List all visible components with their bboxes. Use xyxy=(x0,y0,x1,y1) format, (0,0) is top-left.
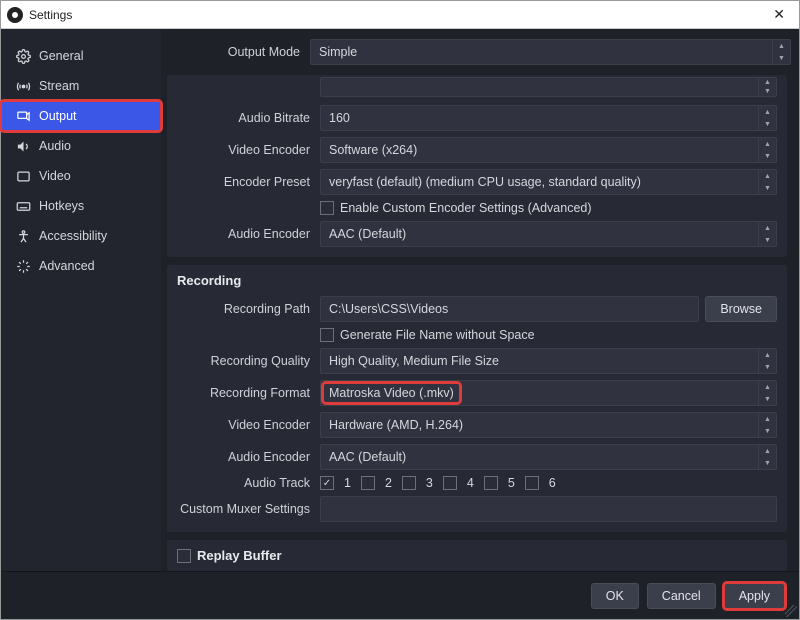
gen-no-space-checkbox[interactable] xyxy=(320,328,334,342)
output-mode-label: Output Mode xyxy=(167,45,302,59)
ok-button[interactable]: OK xyxy=(591,583,639,609)
app-icon xyxy=(7,7,23,23)
recording-quality-select[interactable]: High Quality, Medium File Size▲▼ xyxy=(320,348,777,374)
custom-encoder-checkbox[interactable] xyxy=(320,201,334,215)
muxer-input[interactable] xyxy=(320,496,777,522)
rec-audio-encoder-select[interactable]: AAC (Default)▲▼ xyxy=(320,444,777,470)
rec-audio-encoder-label: Audio Encoder xyxy=(177,450,312,464)
encoder-preset-label: Encoder Preset xyxy=(177,175,312,189)
sidebar-item-label: Hotkeys xyxy=(39,199,84,213)
recording-format-label: Recording Format xyxy=(177,386,312,400)
rec-video-encoder-select[interactable]: Hardware (AMD, H.264)▲▼ xyxy=(320,412,777,438)
video-icon xyxy=(15,168,31,184)
truncated-select[interactable]: ▲▼ xyxy=(320,77,777,97)
recording-panel: Recording Recording Path C:\Users\CSS\Vi… xyxy=(167,265,787,532)
audio-track-6-checkbox[interactable] xyxy=(525,476,539,490)
close-icon[interactable]: ✕ xyxy=(765,6,793,23)
spinner-icon: ▲▼ xyxy=(772,40,790,64)
replay-buffer-checkbox[interactable] xyxy=(177,549,191,563)
replay-buffer-panel: Replay Buffer xyxy=(167,540,787,571)
cancel-button[interactable]: Cancel xyxy=(647,583,716,609)
footer: OK Cancel Apply xyxy=(1,571,799,619)
sidebar-item-advanced[interactable]: Advanced xyxy=(1,251,161,281)
sidebar-item-stream[interactable]: Stream xyxy=(1,71,161,101)
recording-format-select[interactable]: Matroska Video (.mkv) ▲▼ xyxy=(320,380,777,406)
sidebar-item-label: Output xyxy=(39,109,77,123)
recording-path-input[interactable]: C:\Users\CSS\Videos xyxy=(320,296,699,322)
audio-icon xyxy=(15,138,31,154)
keyboard-icon xyxy=(15,198,31,214)
sidebar-item-label: Stream xyxy=(39,79,79,93)
sidebar: General Stream Output Audio Video Hotkey… xyxy=(1,29,161,571)
sidebar-item-output[interactable]: Output xyxy=(1,101,161,131)
sidebar-item-general[interactable]: General xyxy=(1,41,161,71)
sidebar-item-label: Advanced xyxy=(39,259,95,273)
audio-track-3-checkbox[interactable] xyxy=(402,476,416,490)
output-mode-select[interactable]: Simple ▲▼ xyxy=(310,39,791,65)
muxer-label: Custom Muxer Settings xyxy=(177,502,312,516)
sidebar-item-label: Audio xyxy=(39,139,71,153)
recording-path-label: Recording Path xyxy=(177,302,312,316)
apply-button[interactable]: Apply xyxy=(724,583,785,609)
audio-track-label: Audio Track xyxy=(177,476,312,490)
broadcast-icon xyxy=(15,78,31,94)
sidebar-item-label: Video xyxy=(39,169,71,183)
recording-title: Recording xyxy=(177,273,777,288)
audio-track-2-checkbox[interactable] xyxy=(361,476,375,490)
audio-bitrate-select[interactable]: 160▲▼ xyxy=(320,105,777,131)
sidebar-item-label: General xyxy=(39,49,83,63)
accessibility-icon xyxy=(15,228,31,244)
output-mode-value: Simple xyxy=(319,45,357,59)
audio-track-1-checkbox[interactable] xyxy=(320,476,334,490)
audio-encoder-select[interactable]: AAC (Default)▲▼ xyxy=(320,221,777,247)
video-encoder-label: Video Encoder xyxy=(177,143,312,157)
custom-encoder-label: Enable Custom Encoder Settings (Advanced… xyxy=(340,201,592,215)
titlebar: Settings ✕ xyxy=(1,1,799,29)
video-encoder-select[interactable]: Software (x264)▲▼ xyxy=(320,137,777,163)
sidebar-item-video[interactable]: Video xyxy=(1,161,161,191)
window-title: Settings xyxy=(29,8,72,22)
recording-quality-label: Recording Quality xyxy=(177,354,312,368)
gen-no-space-label: Generate File Name without Space xyxy=(340,328,535,342)
sidebar-item-label: Accessibility xyxy=(39,229,107,243)
browse-button[interactable]: Browse xyxy=(705,296,777,322)
rec-video-encoder-label: Video Encoder xyxy=(177,418,312,432)
sidebar-item-accessibility[interactable]: Accessibility xyxy=(1,221,161,251)
encoder-preset-select[interactable]: veryfast (default) (medium CPU usage, st… xyxy=(320,169,777,195)
settings-scroll[interactable]: ▲▼ Audio Bitrate 160▲▼ Video Encoder Sof… xyxy=(167,75,791,571)
sidebar-item-hotkeys[interactable]: Hotkeys xyxy=(1,191,161,221)
streaming-panel: ▲▼ Audio Bitrate 160▲▼ Video Encoder Sof… xyxy=(167,75,787,257)
audio-encoder-label: Audio Encoder xyxy=(177,227,312,241)
sidebar-item-audio[interactable]: Audio xyxy=(1,131,161,161)
gear-icon xyxy=(15,48,31,64)
audio-bitrate-label: Audio Bitrate xyxy=(177,111,312,125)
tools-icon xyxy=(15,258,31,274)
output-icon xyxy=(15,108,31,124)
recording-format-value: Matroska Video (.mkv) xyxy=(323,383,460,403)
audio-track-5-checkbox[interactable] xyxy=(484,476,498,490)
audio-track-4-checkbox[interactable] xyxy=(443,476,457,490)
replay-buffer-title: Replay Buffer xyxy=(197,548,282,563)
resize-grip-icon[interactable] xyxy=(785,605,797,617)
